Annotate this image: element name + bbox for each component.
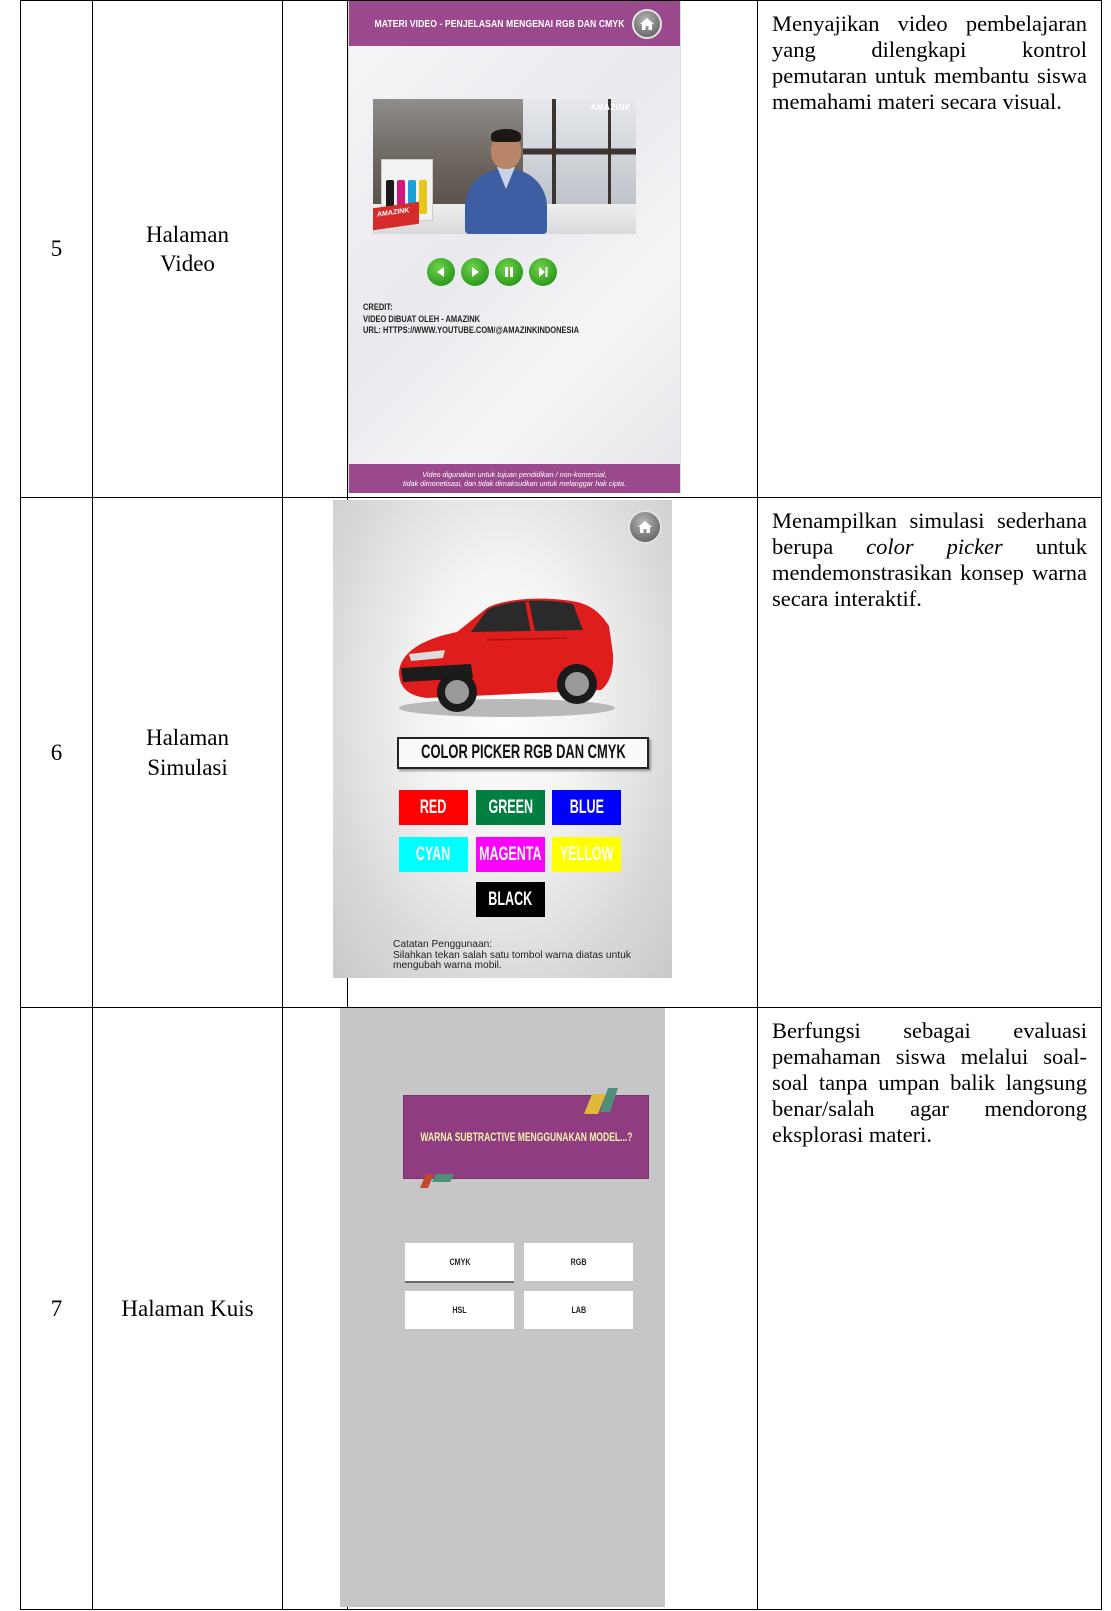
quiz-page-screenshot: WARNA SUBTRACTIVE MENGGUNAKAN MODEL...? … bbox=[340, 1008, 665, 1607]
video-logo: AMAZINK bbox=[590, 103, 631, 112]
rewind-button[interactable] bbox=[427, 258, 455, 286]
box-logo: AMAZINK bbox=[377, 207, 410, 219]
note-line: mengubah warna mobil. bbox=[393, 960, 502, 971]
answer-option[interactable]: RGB bbox=[524, 1243, 633, 1281]
table-row: 6 Halaman Simulasi COLOR PICKER RGB DAN … bbox=[20, 497, 1102, 1008]
red-button[interactable]: RED bbox=[399, 790, 468, 825]
simulation-title-box: COLOR PICKER RGB DAN CMYK bbox=[397, 737, 649, 769]
table-row: 5 Halaman Video MATERI VIDEO - PENJELASA… bbox=[20, 0, 1102, 498]
blue-button[interactable]: BLUE bbox=[552, 790, 621, 825]
row-number: 7 bbox=[20, 1007, 93, 1610]
magenta-button[interactable]: MAGENTA bbox=[476, 837, 545, 872]
footer-line: Video digunakan untuk tujuan pendidikan … bbox=[422, 469, 607, 479]
description-cell: Menampilkan simulasi sederhana berupa co… bbox=[757, 497, 1102, 1008]
video-header-title: MATERI VIDEO - PENJELASAN MENGENAI RGB D… bbox=[374, 17, 625, 30]
usage-note: Catatan Penggunaan: Silahkan tekan salah… bbox=[393, 939, 631, 972]
video-footer: Video digunakan untuk tujuan pendidikan … bbox=[349, 464, 680, 493]
answer-option[interactable]: LAB bbox=[524, 1291, 633, 1329]
video-page-screenshot: MATERI VIDEO - PENJELASAN MENGENAI RGB D… bbox=[348, 1, 681, 493]
play-button[interactable] bbox=[461, 258, 489, 286]
page-name: Halaman Video bbox=[92, 0, 283, 498]
car-image bbox=[399, 598, 615, 717]
home-icon bbox=[638, 521, 652, 533]
yellow-button[interactable]: YELLOW bbox=[552, 837, 621, 872]
home-button[interactable] bbox=[628, 510, 662, 544]
rewind-icon bbox=[437, 267, 444, 277]
answer-option[interactable]: CMYK bbox=[405, 1243, 514, 1283]
row-number: 6 bbox=[20, 497, 93, 1008]
screenshot-cell: MATERI VIDEO - PENJELASAN MENGENAI RGB D… bbox=[347, 0, 758, 498]
description-italic: color picker bbox=[866, 533, 1003, 559]
cyan-button[interactable]: CYAN bbox=[399, 837, 468, 872]
simulation-title: COLOR PICKER RGB DAN CMYK bbox=[420, 742, 626, 763]
answer-option[interactable]: HSL bbox=[405, 1291, 514, 1329]
blank-cell bbox=[282, 1007, 348, 1610]
home-button[interactable] bbox=[632, 9, 662, 39]
video-header: MATERI VIDEO - PENJELASAN MENGENAI RGB D… bbox=[349, 1, 680, 46]
pause-icon bbox=[505, 267, 513, 277]
green-button[interactable]: GREEN bbox=[476, 790, 545, 825]
description: Berfungsi sebagai evaluasi pemahaman sis… bbox=[772, 1018, 1087, 1147]
video-player[interactable]: AMAZINK AMAZINK bbox=[373, 99, 636, 234]
blank-cell bbox=[282, 0, 348, 498]
video-controls bbox=[427, 258, 557, 286]
footer-line: tidak dimonetisasi, dan tidak dimaksudka… bbox=[403, 478, 626, 488]
page-name-line: Video bbox=[160, 251, 215, 276]
black-button[interactable]: BLACK bbox=[476, 882, 545, 917]
forward-icon bbox=[539, 267, 548, 277]
credit-line: URL: HTTPS://WWW.YOUTUBE.COM/@AMAZINKIND… bbox=[363, 324, 580, 335]
credit-line: VIDEO DIBUAT OLEH - AMAZINK bbox=[363, 312, 481, 324]
forward-button[interactable] bbox=[529, 258, 557, 286]
row-number: 5 bbox=[20, 0, 93, 498]
video-credit: CREDIT: VIDEO DIBUAT OLEH - AMAZINK URL:… bbox=[363, 301, 579, 336]
window-image bbox=[583, 99, 636, 204]
simulation-page-screenshot: COLOR PICKER RGB DAN CMYK RED GREEN BLUE… bbox=[333, 500, 672, 978]
description: Menyajikan video pembelajaran yang dilen… bbox=[772, 11, 1087, 114]
table-row: 7 Halaman Kuis WARNA SUBTRACTIVE MENGGUN… bbox=[20, 1007, 1102, 1610]
page-name-line: Halaman bbox=[145, 221, 229, 247]
page-table: 5 Halaman Video MATERI VIDEO - PENJELASA… bbox=[20, 0, 1102, 1610]
presenter-hair bbox=[491, 129, 521, 142]
play-icon bbox=[472, 267, 479, 277]
question-text: WARNA SUBTRACTIVE MENGGUNAKAN MODEL...? bbox=[419, 1130, 633, 1144]
page-name: Halaman Simulasi bbox=[92, 497, 283, 1008]
page-name-line: Halaman bbox=[145, 725, 229, 751]
description-cell: Berfungsi sebagai evaluasi pemahaman sis… bbox=[757, 1007, 1102, 1610]
description-cell: Menyajikan video pembelajaran yang dilen… bbox=[757, 0, 1102, 498]
pause-button[interactable] bbox=[495, 258, 523, 286]
page-name: Halaman Kuis bbox=[92, 1007, 283, 1610]
home-icon bbox=[640, 18, 654, 30]
note-line: Catatan Penggunaan: bbox=[393, 939, 493, 950]
description: Menampilkan simulasi sederhana berupa co… bbox=[772, 508, 1087, 611]
credit-line: CREDIT: bbox=[363, 301, 393, 312]
screenshot-cell: WARNA SUBTRACTIVE MENGGUNAKAN MODEL...? … bbox=[340, 1007, 758, 1610]
screenshot-cell: COLOR PICKER RGB DAN CMYK RED GREEN BLUE… bbox=[333, 497, 758, 1008]
decoration-shape bbox=[420, 1174, 454, 1188]
page-name-line: Simulasi bbox=[147, 754, 228, 780]
decoration-shape bbox=[584, 1088, 618, 1114]
